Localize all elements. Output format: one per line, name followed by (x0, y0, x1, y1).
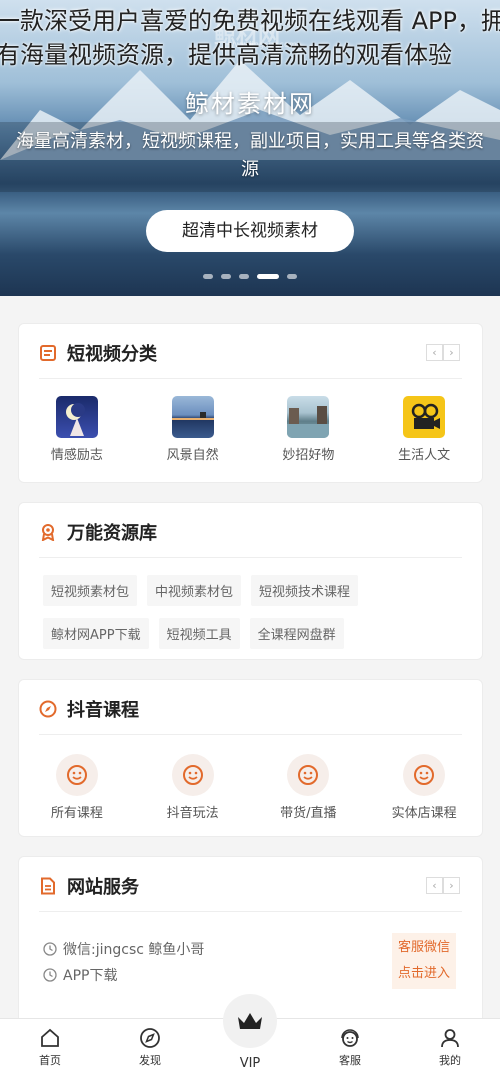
next-arrow-icon[interactable]: › (443, 877, 460, 894)
compass-icon (140, 1028, 160, 1048)
resource-tag[interactable]: 短视频工具 (158, 618, 240, 649)
film-camera-thumb (403, 396, 446, 438)
tab-label: 首页 (39, 1054, 61, 1067)
divider (39, 734, 462, 735)
carousel-dot[interactable] (203, 274, 213, 279)
lake-sunset-thumb (171, 396, 214, 438)
card-title: 万能资源库 (67, 523, 157, 544)
card-header: 网站服务 (39, 871, 139, 901)
resource-tag[interactable]: 短视频技术课程 (251, 575, 359, 606)
brand-title: 鲸材素材网 (185, 90, 315, 118)
pager-arrows: ‹ › (426, 344, 460, 361)
divider (39, 557, 462, 558)
category-label: 风景自然 (166, 448, 219, 463)
card-header: 万能资源库 (39, 517, 157, 547)
smile-icon (171, 754, 214, 796)
carousel-dot[interactable] (221, 274, 231, 279)
carousel-dot[interactable] (239, 274, 249, 279)
resource-library-card: 万能资源库 短视频素材包 中视频素材包 短视频技术课程 鲸材网APP下载 短视频… (18, 502, 483, 660)
customer-service-button[interactable]: 客服微信 点击进入 (391, 933, 456, 989)
prev-arrow-icon[interactable]: ‹ (426, 877, 443, 894)
short-video-card: 短视频分类 ‹ › 情感励志 风景自然 妙招好物 生活人文 (18, 323, 483, 483)
clock-icon (43, 942, 57, 956)
category-label: 妙招好物 (282, 448, 335, 463)
list-icon (39, 344, 57, 362)
next-arrow-icon[interactable]: › (443, 344, 460, 361)
course-label: 所有课程 (50, 806, 103, 821)
carousel-dot-active[interactable] (257, 274, 279, 279)
course-grid: 所有课程 抖音玩法 带货/直播 实体店课程 (19, 754, 482, 821)
category-item[interactable]: 情感励志 (19, 396, 135, 463)
tab-label: 我的 (439, 1054, 461, 1067)
contact-line1: 客服微信 (397, 940, 450, 955)
wechat-info[interactable]: 微信:jingcsc 鲸鱼小哥 (43, 939, 204, 959)
wechat-text: 微信:jingcsc 鲸鱼小哥 (63, 942, 205, 958)
resource-tags: 短视频素材包 中视频素材包 短视频技术课程 鲸材网APP下载 短视频工具 全课程… (43, 575, 462, 649)
douyin-course-card: 抖音课程 所有课程 抖音玩法 带货/直播 实体店课程 (18, 679, 483, 837)
course-item[interactable]: 所有课程 (19, 754, 135, 821)
user-icon (441, 1029, 459, 1048)
course-item[interactable]: 实体店课程 (366, 754, 482, 821)
tab-support[interactable]: 客服 (300, 1019, 400, 1072)
course-label: 实体店课程 (391, 806, 457, 821)
prev-arrow-icon[interactable]: ‹ (426, 344, 443, 361)
app-download-text: APP下载 (63, 968, 118, 984)
course-item[interactable]: 抖音玩法 (135, 754, 251, 821)
app-download[interactable]: APP下载 (43, 965, 117, 985)
moon-night-thumb (55, 396, 98, 438)
category-item[interactable]: 风景自然 (135, 396, 251, 463)
tab-label: 发现 (139, 1054, 161, 1067)
compass-icon (39, 700, 57, 718)
contact-line2: 点击进入 (397, 966, 450, 981)
crown-icon (238, 1013, 262, 1029)
home-icon (41, 1028, 59, 1047)
hero-subtitle: 海量高清素材，短视频课程，副业项目，实用工具等各类资源 (16, 131, 484, 180)
carousel-dots (0, 274, 500, 279)
vip-button[interactable] (223, 994, 277, 1048)
category-grid: 情感励志 风景自然 妙招好物 生活人文 (19, 396, 482, 463)
card-title: 短视频分类 (67, 344, 157, 365)
canal-town-thumb (287, 396, 330, 438)
category-label: 生活人文 (398, 448, 451, 463)
card-title: 网站服务 (67, 877, 139, 898)
award-icon (39, 523, 57, 541)
course-label: 抖音玩法 (166, 806, 219, 821)
carousel-dot[interactable] (287, 274, 297, 279)
cta-button[interactable]: 超清中长视频素材 (146, 210, 354, 252)
resource-tag[interactable]: 鲸材网APP下载 (43, 618, 149, 649)
card-title: 抖音课程 (67, 700, 139, 721)
resource-tag[interactable]: 全课程网盘群 (249, 618, 344, 649)
resource-tag[interactable]: 短视频素材包 (43, 575, 138, 606)
category-item[interactable]: 生活人文 (366, 396, 482, 463)
smile-icon (55, 754, 98, 796)
resource-tag[interactable]: 中视频素材包 (147, 575, 242, 606)
category-item[interactable]: 妙招好物 (251, 396, 367, 463)
tab-label: 客服 (339, 1054, 361, 1067)
tab-label: VIP (239, 1056, 261, 1071)
divider (39, 378, 462, 379)
card-header: 短视频分类 (39, 338, 157, 368)
smile-icon (403, 754, 446, 796)
tab-discover[interactable]: 发现 (100, 1019, 200, 1072)
document-icon (39, 877, 57, 895)
smile-icon (287, 754, 330, 796)
hero-banner[interactable]: 鲸材网 www.jingcsc.com 一款深受用户喜爱的免费视频在线观看 AP… (0, 0, 500, 296)
overlay-description: 一款深受用户喜爱的免费视频在线观看 APP，拥有海量视频资源，提供高清流畅的观看… (0, 7, 500, 69)
course-label: 带货/直播 (280, 806, 337, 821)
tab-mine[interactable]: 我的 (400, 1019, 500, 1072)
tab-home[interactable]: 首页 (0, 1019, 100, 1072)
support-icon (341, 1029, 359, 1047)
clock-icon (43, 968, 57, 982)
pager-arrows: ‹ › (426, 877, 460, 894)
category-label: 情感励志 (50, 448, 103, 463)
divider (39, 911, 462, 912)
course-item[interactable]: 带货/直播 (251, 754, 367, 821)
card-header: 抖音课程 (39, 694, 139, 724)
